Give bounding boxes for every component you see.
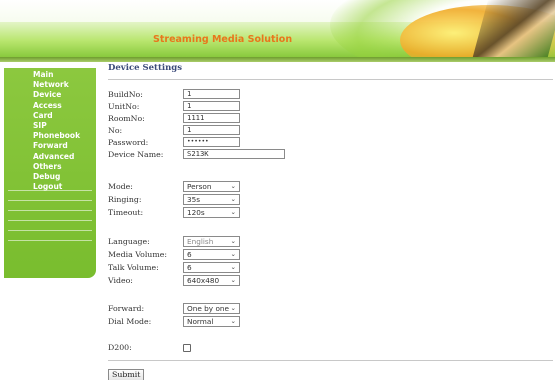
chevron-down-icon: ⌄ (230, 250, 236, 258)
title-divider (108, 79, 553, 80)
sidebar-divider (8, 200, 92, 201)
language-select[interactable]: English ⌄ (183, 236, 240, 247)
header-divider (0, 57, 555, 62)
dial-mode-label: Dial Mode: (108, 317, 152, 326)
sidebar-item-card[interactable]: Card (4, 111, 96, 121)
sidebar-item-others[interactable]: Others (4, 162, 96, 172)
d200-checkbox[interactable] (183, 344, 191, 352)
talk-volume-select[interactable]: 6 ⌄ (183, 262, 240, 273)
sidebar-item-debug[interactable]: Debug (4, 172, 96, 182)
dial-mode-select-value: Normal (187, 317, 214, 326)
sidebar-item-network[interactable]: Network (4, 80, 96, 90)
ringing-select-value: 35s (187, 195, 201, 204)
mode-select[interactable]: Person ⌄ (183, 181, 240, 192)
submit-button[interactable]: Submit (108, 369, 145, 380)
dial-mode-select[interactable]: Normal ⌄ (183, 316, 240, 327)
sidebar-item-sip[interactable]: SIP (4, 121, 96, 131)
form-divider (108, 360, 553, 361)
sidebar-item-advanced[interactable]: Advanced (4, 152, 96, 162)
talk-volume-label: Talk Volume: (108, 263, 159, 272)
timeout-label: Timeout: (108, 208, 144, 217)
sidebar-item-main[interactable]: Main (4, 70, 96, 80)
forward-label: Forward: (108, 304, 145, 313)
sidebar-divider (8, 220, 92, 221)
sidebar-item-access[interactable]: Access (4, 101, 96, 111)
chevron-down-icon: ⌄ (230, 263, 236, 271)
forward-select[interactable]: One by one ⌄ (183, 303, 240, 314)
sidebar-nav: Main Network Device Access Card SIP Phon… (4, 68, 96, 278)
chevron-down-icon: ⌄ (230, 195, 236, 203)
unitno-input[interactable]: 1 (183, 101, 240, 111)
sidebar-divider (8, 240, 92, 241)
media-volume-select[interactable]: 6 ⌄ (183, 249, 240, 260)
sidebar-item-device[interactable]: Device (4, 90, 96, 100)
video-select[interactable]: 640x480 ⌄ (183, 275, 240, 286)
sidebar-divider (8, 230, 92, 231)
roomno-label: RoomNo: (108, 114, 145, 123)
language-label: Language: (108, 237, 150, 246)
sidebar-item-phonebook[interactable]: Phonebook (4, 131, 96, 141)
no-input[interactable]: 1 (183, 125, 240, 135)
media-volume-label: Media Volume: (108, 250, 167, 259)
sidebar-separators (4, 190, 96, 250)
password-label: Password: (108, 138, 149, 147)
header-title: Streaming Media Solution (153, 34, 293, 45)
ringing-select[interactable]: 35s ⌄ (183, 194, 240, 205)
buildno-input[interactable]: 1 (183, 89, 240, 99)
timeout-select-value: 120s (187, 208, 205, 217)
sidebar-item-forward[interactable]: Forward (4, 141, 96, 151)
sidebar-divider (8, 210, 92, 211)
chevron-down-icon: ⌄ (230, 182, 236, 190)
media-volume-select-value: 6 (187, 250, 192, 259)
mode-label: Mode: (108, 182, 133, 191)
video-select-value: 640x480 (187, 276, 220, 285)
page-title: Device Settings (108, 63, 183, 73)
video-label: Video: (108, 276, 133, 285)
chevron-down-icon: ⌄ (230, 317, 236, 325)
unitno-label: UnitNo: (108, 102, 140, 111)
no-label: No: (108, 126, 123, 135)
timeout-select[interactable]: 120s ⌄ (183, 207, 240, 218)
device-name-input[interactable]: S213K (183, 149, 285, 159)
device-name-label: Device Name: (108, 150, 164, 159)
password-input[interactable]: •••••• (183, 137, 240, 147)
buildno-label: BuildNo: (108, 90, 143, 99)
forward-select-value: One by one (187, 304, 230, 313)
ringing-label: Ringing: (108, 195, 142, 204)
chevron-down-icon: ⌄ (230, 304, 236, 312)
chevron-down-icon: ⌄ (230, 208, 236, 216)
sidebar-divider (8, 190, 92, 191)
talk-volume-select-value: 6 (187, 263, 192, 272)
mode-select-value: Person (187, 182, 212, 191)
chevron-down-icon: ⌄ (230, 276, 236, 284)
chevron-down-icon: ⌄ (230, 237, 236, 245)
language-select-value: English (187, 237, 214, 246)
roomno-input[interactable]: 1111 (183, 113, 240, 123)
d200-label: D200: (108, 343, 132, 352)
header-banner: Streaming Media Solution (0, 0, 555, 58)
